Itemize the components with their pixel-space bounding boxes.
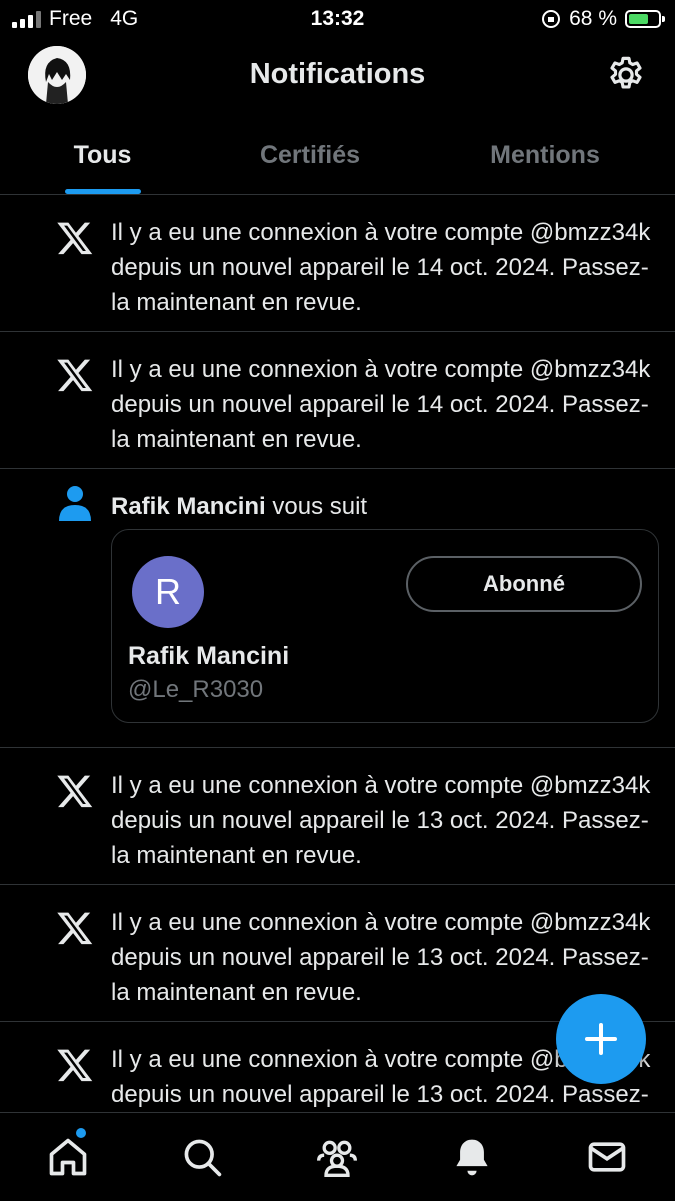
bottom-nav <box>0 1112 675 1201</box>
status-bar: Free 4G 13:32 68 % <box>0 0 675 38</box>
communities-icon[interactable] <box>315 1135 359 1179</box>
follow-action: vous suit <box>272 493 368 520</box>
battery-icon <box>625 10 665 28</box>
search-icon[interactable] <box>180 1135 224 1179</box>
follow-line: Rafik Mancini vous suit <box>111 493 367 521</box>
user-card[interactable]: R Abonné Rafik Mancini @Le_R3030 <box>111 529 659 723</box>
user-name: Rafik Mancini <box>128 642 290 670</box>
tab-certifies[interactable]: Certifiés <box>205 114 415 194</box>
plus-icon <box>585 1023 617 1055</box>
notification-text: Il y a eu une connexion à votre compte @… <box>111 219 651 316</box>
x-logo-icon <box>57 775 93 808</box>
unread-indicator <box>76 1128 86 1138</box>
person-icon <box>59 486 91 521</box>
x-logo-icon <box>57 222 93 255</box>
tab-mentions[interactable]: Mentions <box>415 114 675 194</box>
header: Notifications <box>0 38 675 114</box>
tab-bar: Tous Certifiés Mentions <box>0 114 675 195</box>
notification-item[interactable]: Il y a eu une connexion à votre compte @… <box>0 748 675 885</box>
follow-notification[interactable]: Rafik Mancini vous suit R Abonné Rafik M… <box>0 469 675 748</box>
tab-tous[interactable]: Tous <box>0 114 205 194</box>
page-title: Notifications <box>249 58 426 90</box>
user-handle: @Le_R3030 <box>128 676 264 703</box>
x-logo-icon <box>57 359 93 392</box>
battery-percent: 68 % <box>569 7 617 30</box>
notification-text: Il y a eu une connexion à votre compte @… <box>111 356 651 453</box>
status-right: 68 % <box>541 7 665 31</box>
notification-item[interactable]: Il y a eu une connexion à votre compte @… <box>0 195 675 332</box>
follower-name[interactable]: Rafik Mancini <box>111 493 266 520</box>
gear-icon[interactable] <box>605 54 647 96</box>
following-button[interactable]: Abonné <box>406 556 642 612</box>
mail-icon[interactable] <box>585 1135 629 1179</box>
x-logo-icon <box>57 912 93 945</box>
notification-item[interactable]: Il y a eu une connexion à votre compte @… <box>0 332 675 469</box>
home-icon[interactable] <box>46 1135 90 1179</box>
x-logo-icon <box>57 1049 93 1082</box>
bell-icon[interactable] <box>450 1135 494 1179</box>
notification-text: Il y a eu une connexion à votre compte @… <box>111 772 651 869</box>
orientation-lock-icon <box>542 10 561 28</box>
compose-button[interactable] <box>556 994 646 1084</box>
user-avatar[interactable]: R <box>132 556 204 628</box>
